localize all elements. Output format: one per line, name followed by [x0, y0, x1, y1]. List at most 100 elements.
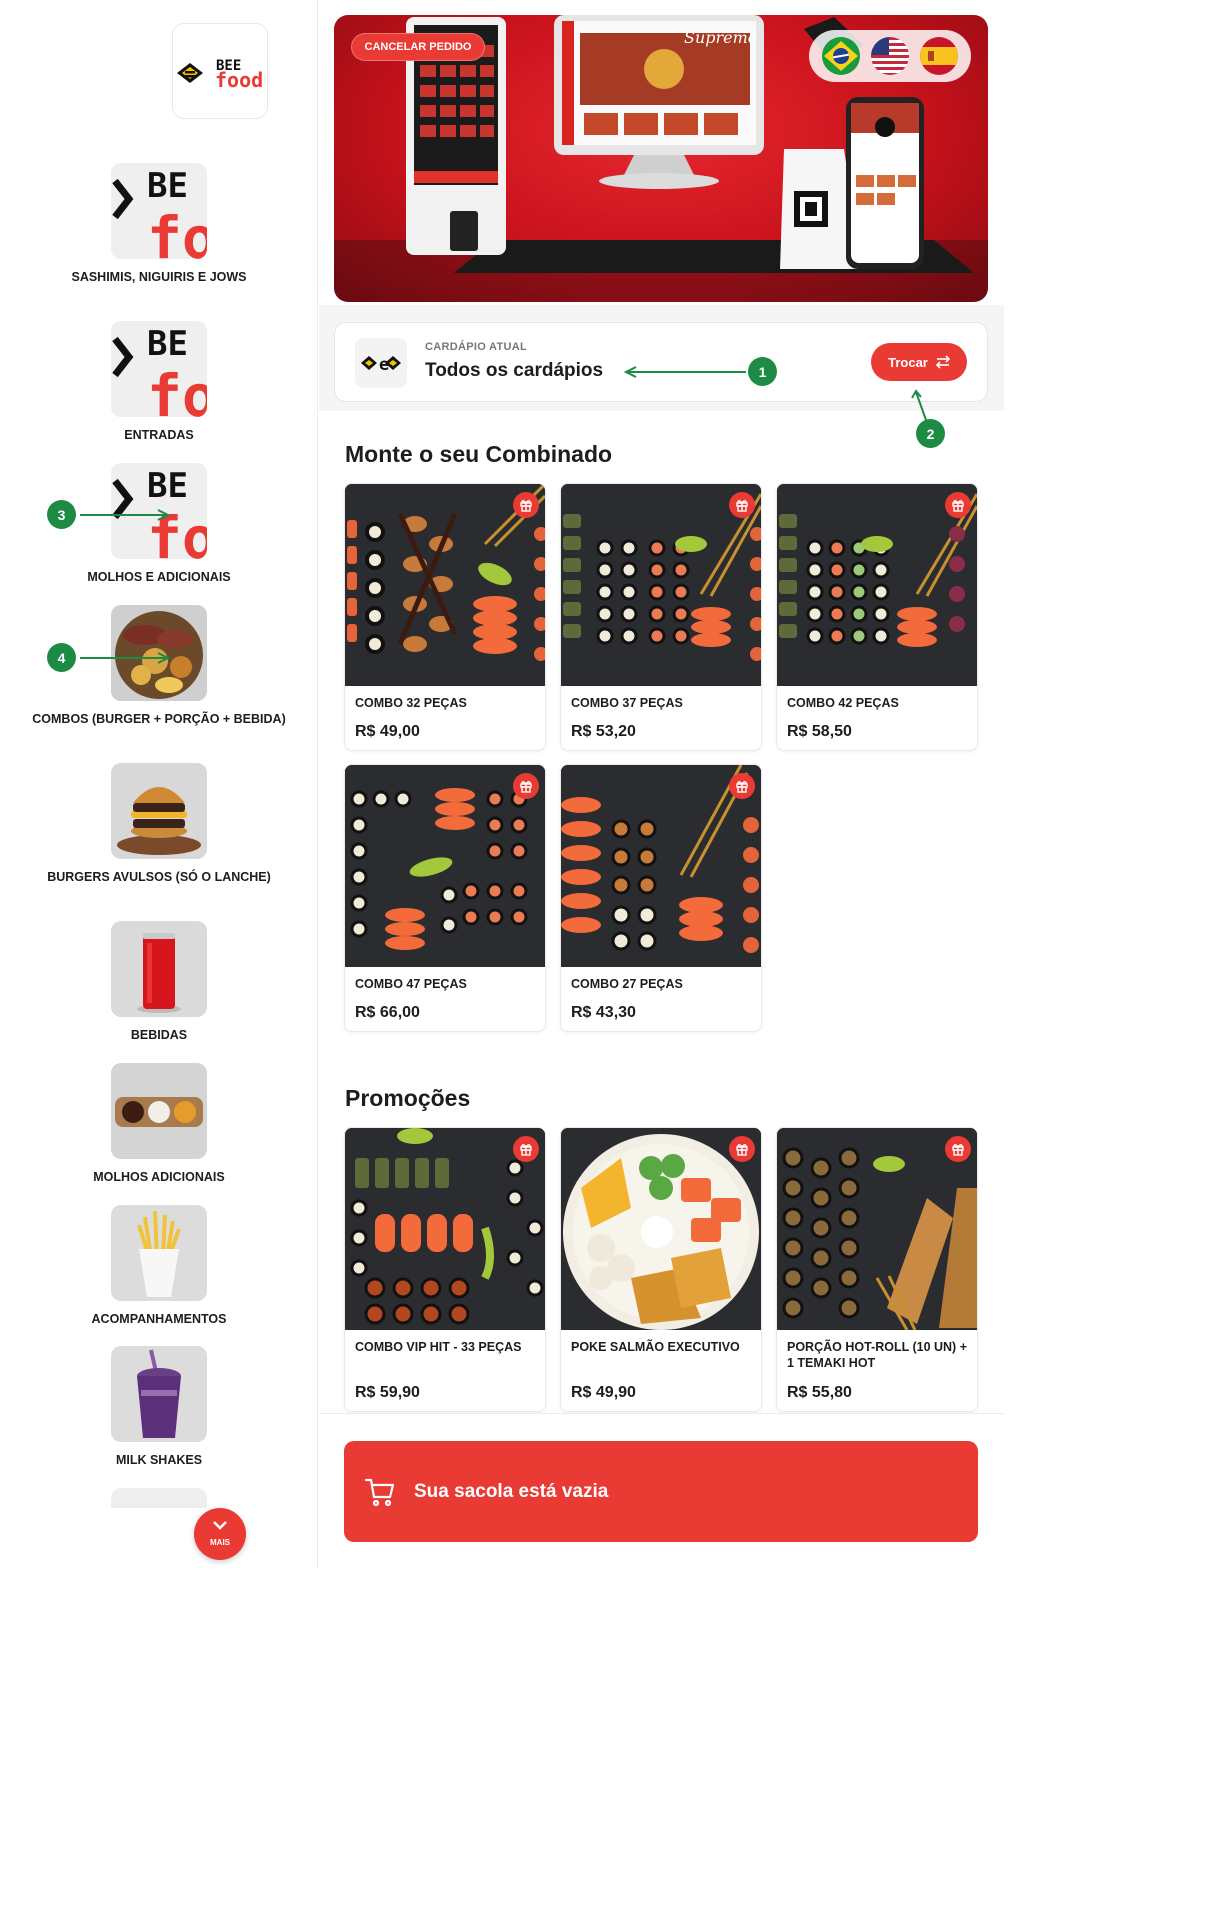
svg-text:fo: fo [147, 204, 207, 259]
gift-icon [945, 1136, 971, 1162]
product-price: R$ 49,00 [355, 723, 420, 740]
category-label: BURGERS AVULSOS (SÓ O LANCHE) [47, 870, 271, 884]
more-label: MAIS [210, 1538, 230, 1547]
bee-food-logo: BEE food [172, 23, 268, 119]
category-label: MOLHOS ADICIONAIS [93, 1170, 225, 1184]
category-sidebar: BEE food BE fo SASHIMIS, NIGUIRIS E JOWS… [0, 0, 318, 1568]
product-name: POKE SALMÃO EXECUTIVO [571, 1340, 740, 1354]
more-categories-button[interactable]: MAIS [194, 1508, 246, 1560]
svg-text:BE: BE [147, 466, 188, 506]
category-bebidas[interactable]: BEBIDAS [0, 921, 318, 1043]
current-menu-name: Todos os cardápios [425, 360, 604, 381]
annotation-arrow-4 [80, 657, 166, 659]
category-molhos-adicionais[interactable]: MOLHOS ADICIONAIS [0, 1063, 318, 1185]
category-combos[interactable]: COMBOS (BURGER + PORÇÃO + BEBIDA) [0, 605, 318, 727]
category-image [111, 1346, 207, 1442]
category-image [111, 1063, 207, 1159]
product-price: R$ 55,80 [787, 1384, 852, 1401]
product-name: PORÇÃO HOT-ROLL (10 UN) + 1 TEMAKI HOT [787, 1340, 967, 1370]
annotation-marker-3: 3 [47, 500, 76, 529]
cart-icon [364, 1478, 395, 1506]
svg-text:food: food [215, 68, 263, 91]
chevron-down-icon [194, 1508, 246, 1538]
category-image [111, 1488, 207, 1508]
annotation-marker-1: 1 [748, 357, 777, 386]
product-name: COMBO 47 PEÇAS [355, 977, 467, 991]
product-price: R$ 59,90 [355, 1384, 420, 1401]
category-image: BE fo [111, 163, 207, 259]
product-name: COMBO 37 PEÇAS [571, 696, 683, 710]
product-card[interactable]: COMBO 37 PEÇAS R$ 53,20 [560, 483, 762, 751]
product-price: R$ 58,50 [787, 723, 852, 740]
section-title-combinado: Monte o seu Combinado [345, 441, 613, 467]
swap-label: Trocar [888, 354, 928, 370]
product-image [345, 765, 545, 967]
gift-icon [729, 773, 755, 799]
product-name: COMBO 32 PEÇAS [355, 696, 467, 710]
annotation-arrow-3 [80, 514, 166, 516]
cancel-order-button[interactable]: CANCELAR PEDIDO [351, 33, 485, 61]
product-card[interactable]: PORÇÃO HOT-ROLL (10 UN) + 1 TEMAKI HOT R… [776, 1127, 978, 1412]
category-entradas[interactable]: BE fo ENTRADAS [0, 321, 318, 443]
product-image [777, 1128, 977, 1330]
product-card[interactable]: COMBO 27 PEÇAS R$ 43,30 [560, 764, 762, 1032]
category-label: BEBIDAS [130, 1028, 188, 1042]
svg-text:fo: fo [147, 362, 207, 417]
category-burgers[interactable]: BURGERS AVULSOS (SÓ O LANCHE) [0, 763, 318, 885]
category-image [111, 921, 207, 1017]
category-label: ENTRADAS [124, 428, 194, 442]
annotation-arrow-1 [628, 371, 746, 373]
product-price: R$ 49,90 [571, 1384, 636, 1401]
swap-menu-button[interactable]: Trocar [871, 343, 967, 381]
product-card[interactable]: COMBO VIP HIT - 33 PEÇAS R$ 59,90 [344, 1127, 546, 1412]
product-name: COMBO 42 PEÇAS [787, 696, 899, 710]
product-card[interactable]: COMBO 32 PEÇAS R$ 49,00 [344, 483, 546, 751]
category-acompanhamentos[interactable]: ACOMPANHAMENTOS [0, 1205, 318, 1327]
gift-icon [729, 1136, 755, 1162]
product-card[interactable]: COMBO 47 PEÇAS R$ 66,00 [344, 764, 546, 1032]
category-next-peek [0, 1488, 318, 1508]
product-name: COMBO 27 PEÇAS [571, 977, 683, 991]
category-sashimis[interactable]: BE fo SASHIMIS, NIGUIRIS E JOWS [0, 163, 318, 285]
product-image [345, 1128, 545, 1330]
category-label: COMBOS (BURGER + PORÇÃO + BEBIDA) [32, 712, 286, 726]
gift-icon [513, 1136, 539, 1162]
shopping-bag-button[interactable]: Sua sacola está vazia [344, 1441, 978, 1542]
product-card[interactable]: POKE SALMÃO EXECUTIVO R$ 49,90 [560, 1127, 762, 1412]
bag-status-label: Sua sacola está vazia [414, 1480, 609, 1502]
category-label: MOLHOS E ADICIONAIS [87, 570, 231, 584]
product-price: R$ 43,30 [571, 1004, 636, 1021]
annotation-arrow-2 [911, 389, 927, 421]
category-label: MILK SHAKES [115, 1453, 203, 1467]
svg-text:BE: BE [147, 166, 188, 206]
product-name: COMBO VIP HIT - 33 PEÇAS [355, 1340, 522, 1354]
brazil-flag-icon[interactable] [822, 37, 861, 75]
product-price: R$ 53,20 [571, 723, 636, 740]
product-image [777, 484, 977, 686]
annotation-marker-2: 2 [916, 419, 945, 448]
svg-text:Supreme: Supreme [684, 28, 757, 47]
section-title-promocoes: Promoções [345, 1085, 471, 1111]
category-milk-shakes[interactable]: MILK SHAKES [0, 1346, 318, 1468]
current-menu-card: e CARDÁPIO ATUAL Todos os cardápios Troc… [334, 322, 988, 402]
product-card[interactable]: COMBO 42 PEÇAS R$ 58,50 [776, 483, 978, 751]
category-molhos-e-adicionais[interactable]: BE fo MOLHOS E ADICIONAIS [0, 463, 318, 585]
current-menu-label: CARDÁPIO ATUAL [425, 341, 527, 353]
product-image [561, 765, 761, 967]
product-image [345, 484, 545, 686]
spain-flag-icon[interactable] [919, 37, 958, 75]
category-label: SASHIMIS, NIGUIRIS E JOWS [71, 270, 247, 284]
gift-icon [513, 773, 539, 799]
annotation-marker-4: 4 [47, 643, 76, 672]
gift-icon [729, 492, 755, 518]
usa-flag-icon[interactable] [870, 37, 909, 75]
svg-text:BE: BE [147, 324, 188, 364]
arrow-head-icon [157, 652, 170, 664]
product-image [561, 484, 761, 686]
menu-icon: e [355, 338, 407, 388]
swap-arrows-icon [935, 355, 950, 369]
category-label: ACOMPANHAMENTOS [91, 1312, 227, 1326]
product-price: R$ 66,00 [355, 1004, 420, 1021]
language-selector [809, 30, 971, 82]
gift-icon [513, 492, 539, 518]
